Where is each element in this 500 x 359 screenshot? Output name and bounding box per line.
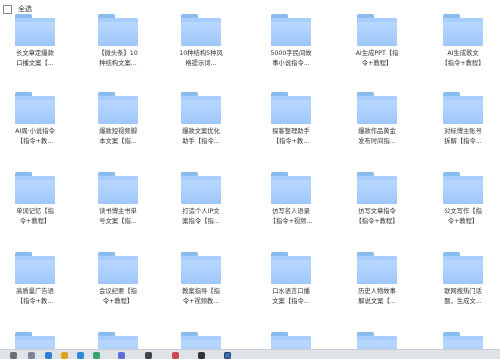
- folder-label: 仿写文章指令 【指令+教程】: [355, 208, 399, 225]
- folder-label: 读书博主书单 号文案【指...: [99, 208, 137, 225]
- folder-icon: [357, 92, 397, 124]
- folder-label: 仿写名人语录 【指令+视频...: [269, 208, 313, 225]
- select-all-label[interactable]: 全选: [18, 4, 32, 14]
- folder-item[interactable]: [166, 332, 236, 350]
- folder-label: 单词记忆【指 令+教程】: [16, 208, 54, 225]
- folder-icon: [15, 14, 55, 46]
- folder-item[interactable]: 教案指导【指 令+视频教...: [166, 252, 236, 324]
- folder-icon: [181, 92, 221, 124]
- folder-label: 高质量广告语 【指令+教...: [16, 288, 54, 305]
- folder-icon: [271, 172, 311, 204]
- wechat-icon[interactable]: [145, 352, 152, 359]
- start-icon[interactable]: [10, 352, 17, 359]
- folder-icon: [181, 172, 221, 204]
- folder-label: AI生成歌文 【指令+教程】: [441, 50, 485, 67]
- folder-item[interactable]: 历史人物故事 解说文案【...: [342, 252, 412, 324]
- folder-item[interactable]: 10种结构5种风 格提示词...: [166, 14, 236, 86]
- folder-icon: [443, 92, 483, 124]
- folder-icon: [15, 172, 55, 204]
- folder-item[interactable]: [83, 332, 153, 350]
- select-all-checkbox[interactable]: [3, 5, 12, 14]
- folder-label: AI生成PPT【指 令+教程】: [355, 50, 399, 67]
- folder-item[interactable]: [342, 332, 412, 350]
- folder-item[interactable]: 对标博主账号 拆解【指令...: [428, 92, 498, 164]
- settings-icon[interactable]: [172, 352, 179, 359]
- folder-item[interactable]: 长文章定爆款 口播文案【...: [0, 14, 70, 86]
- folder-item[interactable]: 爆款文案优化 助手【指令...: [166, 92, 236, 164]
- folder-icon: [443, 172, 483, 204]
- folder-label: 【微头条】10 种结构文案...: [98, 50, 138, 67]
- folder-item[interactable]: 读书博主书单 号文案【指...: [83, 172, 153, 244]
- search-icon[interactable]: [28, 352, 35, 359]
- folder-item[interactable]: 联网搜热门话 题，生成文...: [428, 252, 498, 324]
- folder-label: 公文写作【指 令+教程】: [444, 208, 482, 225]
- folder-icon: [357, 332, 397, 350]
- folder-label: 探客整理助手 【指令+教...: [272, 128, 310, 145]
- folder-label: 会议纪要【指 令+教程】: [99, 288, 137, 305]
- folder-label: 教案指导【指 令+视频教...: [182, 288, 220, 305]
- folder-item[interactable]: [428, 332, 498, 350]
- chrome-icon[interactable]: [61, 352, 68, 359]
- folder-label: 爆款短视频脚 本文案【指...: [99, 128, 137, 145]
- folder-item[interactable]: 单词记忆【指 令+教程】: [0, 172, 70, 244]
- folder-label: 口水语言口播 文案【指令...: [272, 288, 310, 305]
- folder-icon: [271, 332, 311, 350]
- folder-icon: [271, 92, 311, 124]
- folder-icon: [181, 252, 221, 284]
- store-icon[interactable]: [118, 352, 125, 359]
- folder-icon: [271, 252, 311, 284]
- folder-item[interactable]: 爆款短视频脚 本文案【指...: [83, 92, 153, 164]
- edge-icon[interactable]: [45, 352, 52, 359]
- folder-item[interactable]: AI生成PPT【指 令+教程】: [342, 14, 412, 86]
- folder-item[interactable]: 打造个人IP文 案指令【指...: [166, 172, 236, 244]
- folder-item[interactable]: 探客整理助手 【指令+教...: [256, 92, 326, 164]
- folder-label: 历史人物故事 解说文案【...: [358, 288, 396, 305]
- folder-icon: [98, 332, 138, 350]
- folder-item[interactable]: AI生成歌文 【指令+教程】: [428, 14, 498, 86]
- folder-icon: [98, 172, 138, 204]
- folder-item[interactable]: 【微头条】10 种结构文案...: [83, 14, 153, 86]
- folder-item[interactable]: 会议纪要【指 令+教程】: [83, 252, 153, 324]
- folder-icon: [15, 92, 55, 124]
- folder-icon: [357, 14, 397, 46]
- folder-icon: [271, 14, 311, 46]
- select-bar: 全选: [0, 0, 500, 18]
- folder-item[interactable]: 仿写文章指令 【指令+教程】: [342, 172, 412, 244]
- folder-label: 5000字民间故 事小说指令...: [270, 50, 312, 67]
- folder-icon: [98, 14, 138, 46]
- folder-item[interactable]: 高质量广告语 【指令+教...: [0, 252, 70, 324]
- folder-item[interactable]: 5000字民间故 事小说指令...: [256, 14, 326, 86]
- folder-icon: [181, 14, 221, 46]
- folder-item[interactable]: 仿写名人语录 【指令+视频...: [256, 172, 326, 244]
- folder-item[interactable]: 公文写作【指 令+教程】: [428, 172, 498, 244]
- folder-item[interactable]: [0, 332, 70, 350]
- folder-icon: [357, 252, 397, 284]
- folder-icon: [15, 252, 55, 284]
- folder-item[interactable]: 爆款作品黄金 发布时间指...: [342, 92, 412, 164]
- folder-label: 爆款文案优化 助手【指令...: [182, 128, 220, 145]
- explorer-icon[interactable]: [77, 352, 84, 359]
- folder-icon: [357, 172, 397, 204]
- folder-icon: [181, 332, 221, 350]
- folder-item[interactable]: AI周·小说指令 【指令+教...: [0, 92, 70, 164]
- terminal-icon[interactable]: [198, 352, 205, 359]
- window-icon[interactable]: [224, 352, 231, 359]
- folder-icon: [443, 14, 483, 46]
- folder-label: AI周·小说指令 【指令+教...: [15, 128, 55, 145]
- folder-label: 联网搜热门话 题，生成文...: [444, 288, 482, 305]
- folder-icon: [98, 252, 138, 284]
- folder-icon: [443, 252, 483, 284]
- folder-label: 打造个人IP文 案指令【指...: [182, 208, 220, 225]
- folder-label: 长文章定爆款 口播文案【...: [16, 50, 54, 67]
- folder-item[interactable]: 口水语言口播 文案【指令...: [256, 252, 326, 324]
- taskbar: [0, 349, 500, 359]
- folder-label: 对标博主账号 拆解【指令...: [444, 128, 482, 145]
- folder-icon: [15, 332, 55, 350]
- folder-icon: [98, 92, 138, 124]
- folder-item[interactable]: [256, 332, 326, 350]
- app-icon[interactable]: [93, 352, 100, 359]
- folder-label: 爆款作品黄金 发布时间指...: [358, 128, 396, 145]
- folder-icon: [443, 332, 483, 350]
- folder-label: 10种结构5种风 格提示词...: [179, 50, 223, 67]
